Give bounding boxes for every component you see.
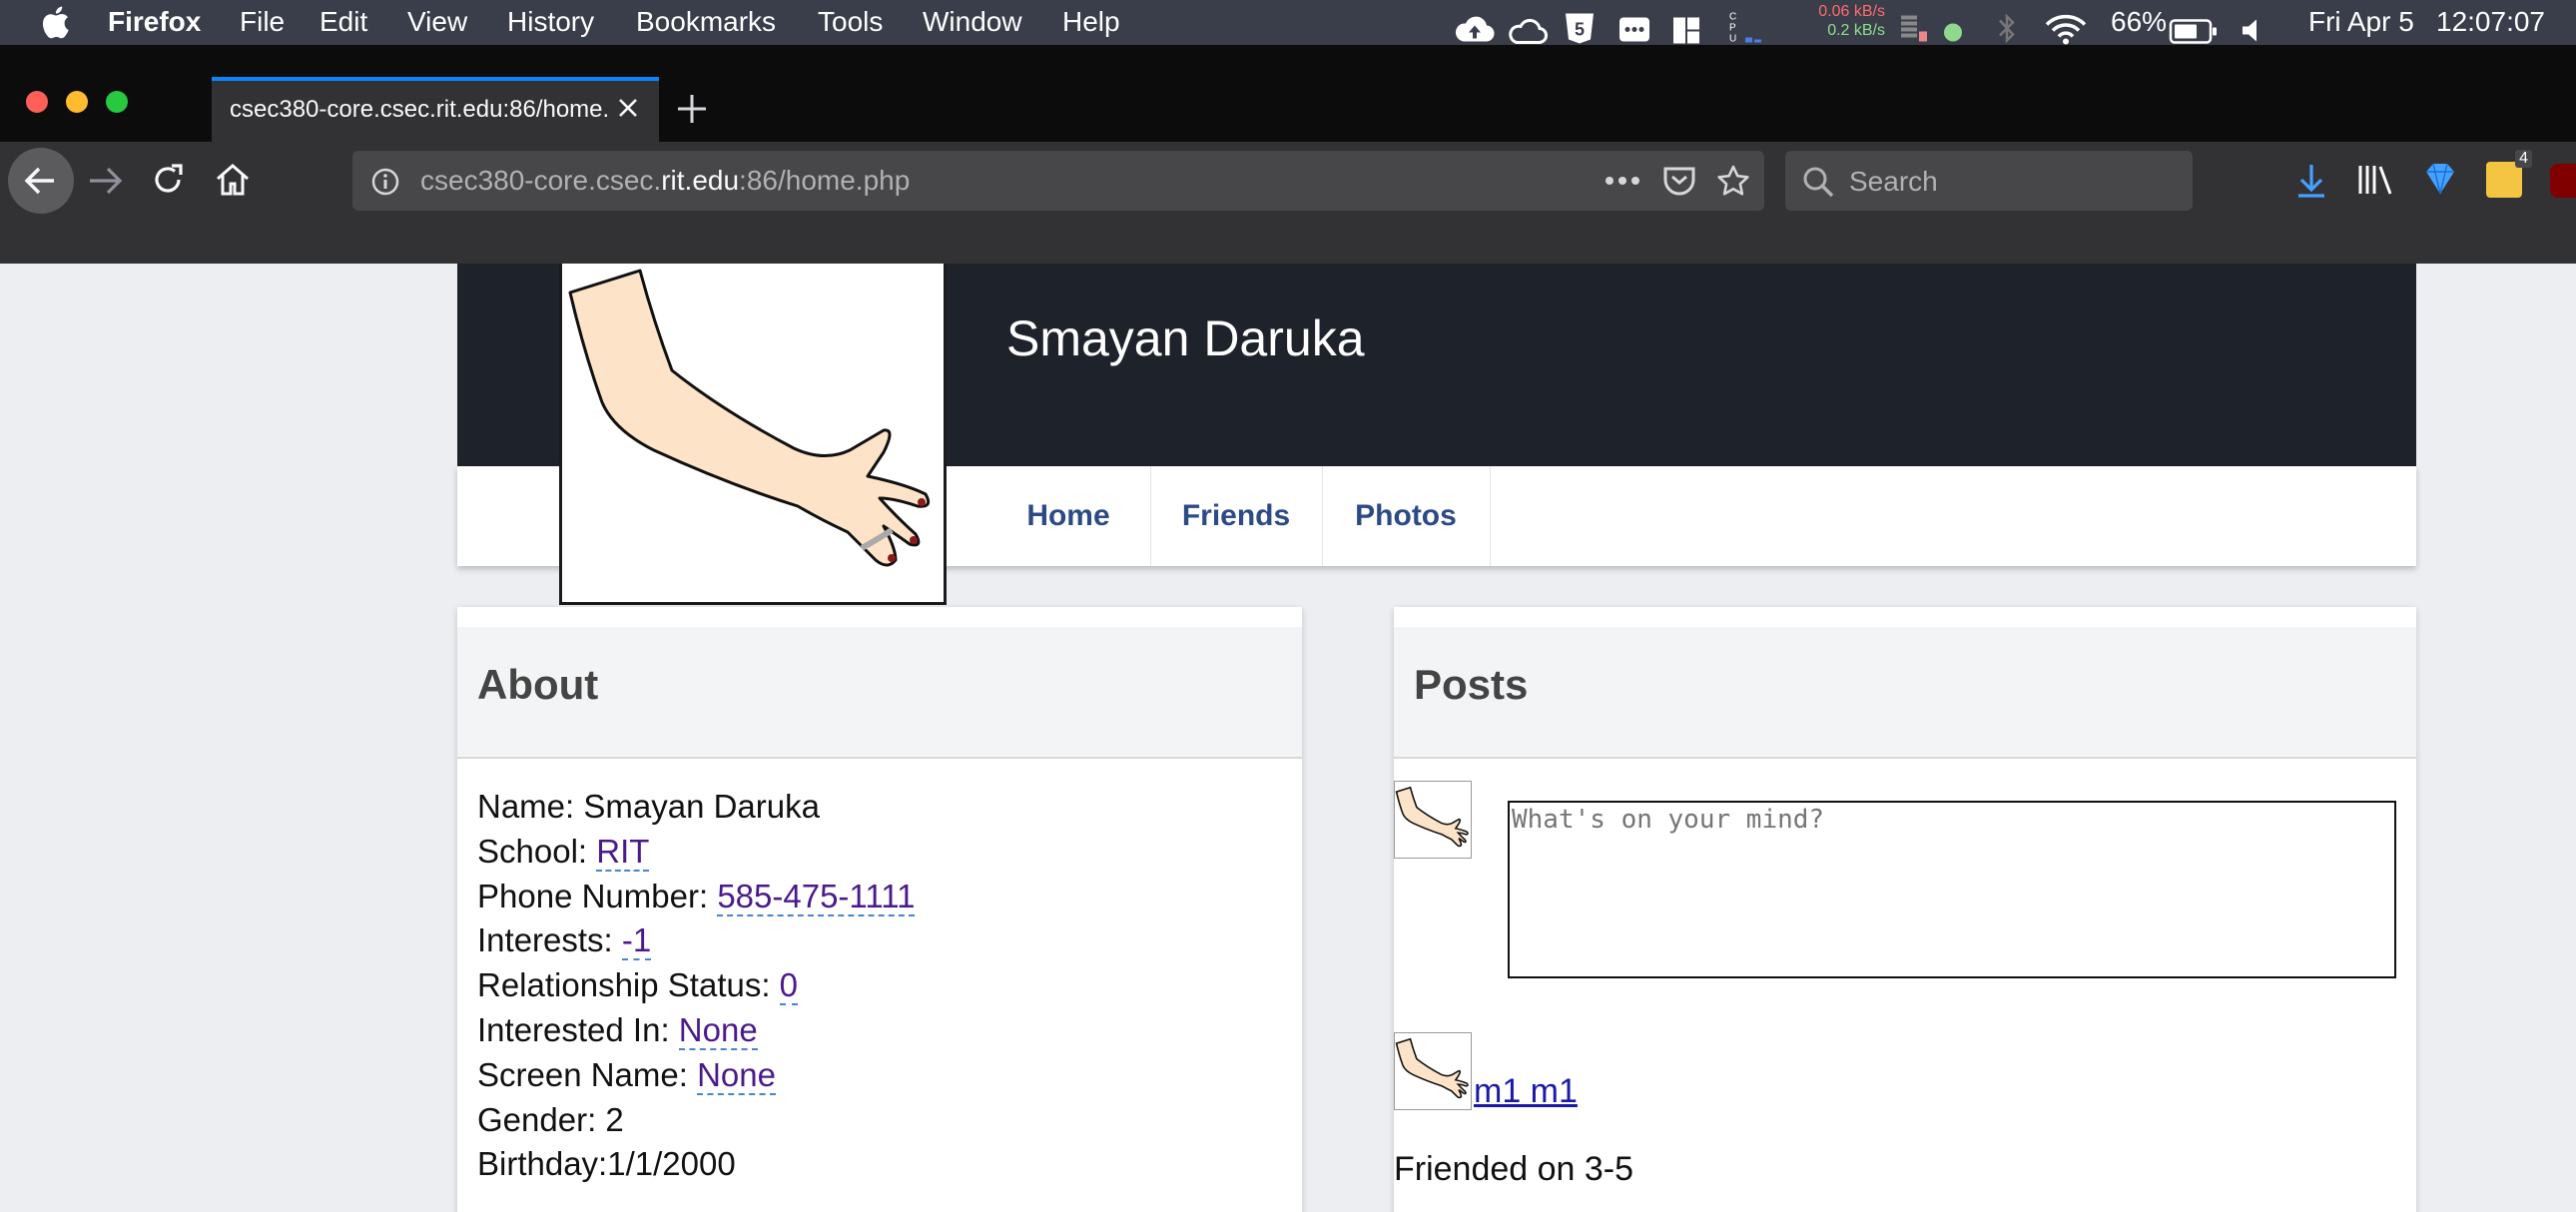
post-compose-input[interactable] — [1508, 801, 2396, 978]
menu-bookmarks[interactable]: Bookmarks — [636, 6, 776, 38]
relationship-label: Relationship Status: — [477, 966, 780, 1004]
pocket-icon[interactable] — [1662, 165, 1696, 197]
forward-arrow-icon[interactable] — [86, 164, 126, 198]
back-arrow-icon — [24, 167, 54, 195]
apple-logo-icon[interactable] — [40, 4, 70, 40]
browser-tab-active[interactable]: csec380-core.csec.rit.edu:86/home.php — [212, 77, 659, 142]
reload-icon[interactable] — [150, 162, 186, 198]
about-school-row: School: RIT — [477, 830, 915, 875]
menu-view[interactable]: View — [407, 6, 467, 38]
school-value[interactable]: RIT — [596, 832, 650, 872]
nav-friends-link[interactable]: Friends — [1150, 466, 1323, 566]
url-text[interactable]: csec380-core.csec.rit.edu:86/home.php — [420, 165, 910, 197]
composer-avatar-thumbnail — [1394, 781, 1472, 859]
window-minimize-button[interactable] — [66, 91, 88, 113]
clock-date[interactable]: Fri Apr 5 — [2308, 6, 2414, 38]
about-heading: About — [477, 661, 599, 708]
about-screen-name-row: Screen Name: None — [477, 1053, 915, 1098]
profile-name: Smayan Daruka — [1006, 310, 1365, 366]
clock-time[interactable]: 12:07:07 — [2436, 6, 2545, 38]
search-bar[interactable]: Search — [1785, 151, 2193, 211]
ublock-origin-icon[interactable] — [2550, 164, 2576, 198]
about-interested-in-row: Interested In: None — [477, 1008, 915, 1053]
about-details: Name: Smayan Daruka School: RIT Phone Nu… — [477, 785, 916, 1187]
arm-hand-thumbnail-icon — [1395, 1037, 1469, 1099]
site-info-icon[interactable] — [370, 167, 400, 197]
extension-badge-icon[interactable]: 4 — [2486, 150, 2532, 198]
friend-avatar-thumbnail[interactable] — [1394, 1032, 1472, 1110]
nav-photos-link[interactable]: Photos — [1322, 466, 1491, 566]
relationship-value[interactable]: 0 — [779, 966, 799, 1006]
bookmark-star-icon[interactable] — [1716, 164, 1750, 198]
phone-value[interactable]: 585-475-1111 — [717, 877, 916, 916]
web-page-content: Smayan Daruka Home Friends Photos About … — [0, 264, 2576, 1212]
interested-in-label: Interested In: — [477, 1010, 679, 1048]
battery-percentage: 66% — [2111, 6, 2168, 37]
network-speed-readout: 0.06 kB/s 0.2 kB/s — [1803, 2, 1885, 40]
arm-hand-thumbnail-icon — [1395, 786, 1469, 848]
nav-home-link[interactable]: Home — [986, 466, 1151, 566]
about-card: About Name: Smayan Daruka School: RIT Ph… — [457, 607, 1302, 1212]
menu-help[interactable]: Help — [1062, 6, 1120, 38]
menu-edit[interactable]: Edit — [320, 6, 367, 38]
menu-tools[interactable]: Tools — [818, 6, 883, 38]
extension-gem-icon[interactable] — [2422, 160, 2458, 198]
posts-card: Posts m1 m1 Friended on 3-5 — [1394, 607, 2416, 1212]
network-upload-speed: 0.06 kB/s — [1818, 3, 1885, 20]
friend-name-link[interactable]: m1 m1 — [1474, 1072, 1578, 1111]
screen-name-value[interactable]: None — [697, 1055, 776, 1095]
about-card-header: About — [457, 627, 1302, 759]
tab-close-icon[interactable] — [615, 95, 641, 121]
address-bar[interactable]: csec380-core.csec.rit.edu:86/home.php — [352, 151, 1764, 211]
arm-hand-illustration — [568, 269, 931, 567]
about-birthday-row: Birthday:1/1/2000 — [477, 1145, 736, 1183]
window-close-button[interactable] — [26, 91, 48, 113]
svg-text:5: 5 — [1575, 20, 1585, 40]
url-suffix: :86/home.php — [739, 165, 911, 196]
about-name-row: Name: Smayan Daruka — [477, 788, 820, 825]
url-prefix: csec380-core.csec. — [420, 165, 662, 196]
friended-on-text: Friended on 3-5 — [1394, 1150, 1634, 1188]
menu-file[interactable]: File — [240, 6, 285, 38]
about-gender-row: Gender: 2 — [477, 1100, 624, 1138]
svg-text:P: P — [1729, 23, 1736, 34]
cpu-meter-icon: C P U — [1729, 12, 1761, 45]
menu-history[interactable]: History — [507, 6, 594, 38]
url-host: rit.edu — [661, 165, 740, 196]
svg-text:U: U — [1729, 34, 1736, 45]
home-icon[interactable] — [214, 162, 252, 198]
window-zoom-button[interactable] — [106, 91, 128, 113]
search-icon — [1803, 167, 1834, 198]
about-interests-row: Interests: -1 — [477, 918, 915, 963]
new-tab-plus-icon[interactable] — [673, 90, 711, 128]
tab-title: csec380-core.csec.rit.edu:86/home.php — [230, 96, 609, 123]
posts-card-header: Posts — [1394, 627, 2416, 759]
school-label: School: — [477, 832, 597, 870]
interests-value[interactable]: -1 — [621, 921, 652, 961]
network-download-speed: 0.2 kB/s — [1827, 22, 1885, 39]
screen-name-label: Screen Name: — [477, 1055, 698, 1093]
about-relationship-row: Relationship Status: 0 — [477, 963, 915, 1008]
profile-avatar[interactable] — [559, 264, 947, 605]
interests-label: Interests: — [477, 921, 622, 959]
library-icon[interactable] — [2356, 162, 2394, 198]
macos-menu-bar: Firefox File Edit View History Bookmarks… — [0, 0, 2576, 45]
menu-app-firefox[interactable]: Firefox — [108, 6, 201, 38]
search-placeholder: Search — [1849, 166, 1938, 197]
about-phone-row: Phone Number: 585-475-1111 — [477, 875, 916, 919]
back-button[interactable] — [8, 148, 74, 214]
extension-badge-count: 4 — [2515, 150, 2532, 168]
svg-text:C: C — [1729, 12, 1736, 23]
interested-in-value[interactable]: None — [678, 1010, 758, 1050]
posts-heading: Posts — [1414, 661, 1529, 708]
downloads-icon[interactable] — [2294, 162, 2328, 200]
page-actions-more-icon[interactable] — [1605, 176, 1640, 186]
menu-window[interactable]: Window — [923, 6, 1022, 38]
phone-label: Phone Number: — [477, 877, 718, 914]
